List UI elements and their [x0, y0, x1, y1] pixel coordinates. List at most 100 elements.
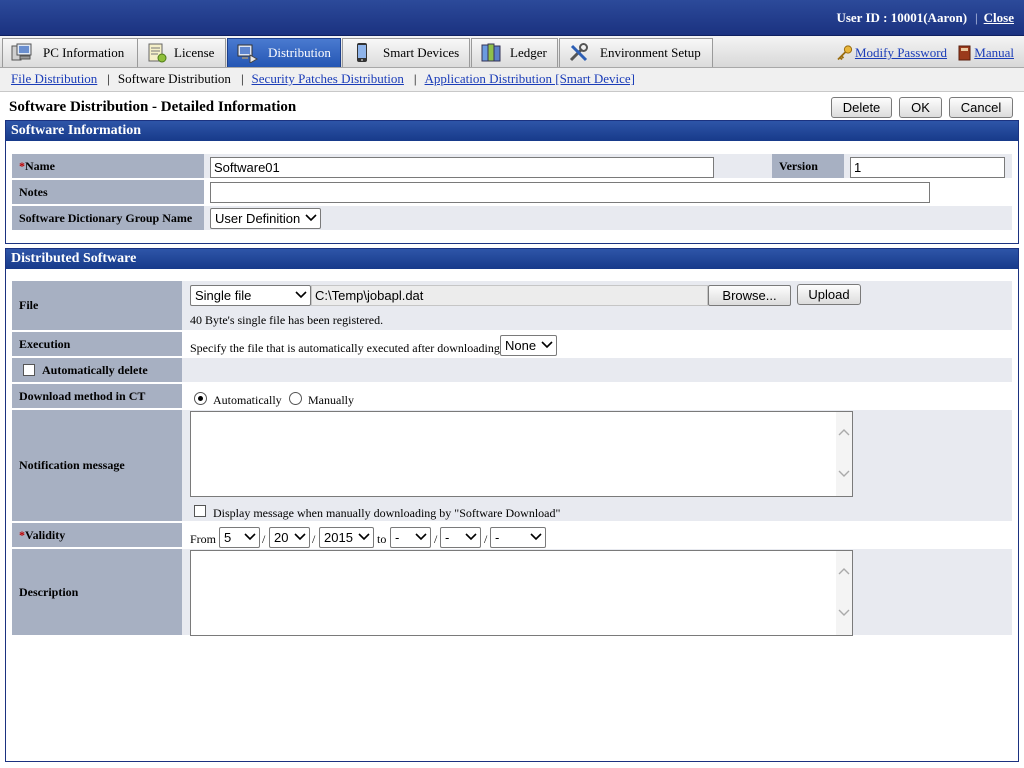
tab-environment-setup[interactable]: Environment Setup [559, 38, 713, 67]
description-textarea[interactable] [190, 550, 853, 636]
key-icon [837, 45, 853, 61]
date-separator: / [484, 532, 488, 546]
tab-distribution[interactable]: Distribution [227, 38, 341, 67]
subnav-software-distribution: Software Distribution [117, 71, 231, 86]
date-separator: / [262, 532, 266, 546]
tab-pc-information[interactable]: PC Information [2, 38, 138, 67]
subnav-security-patches[interactable]: Security Patches Distribution [252, 71, 404, 86]
user-id-label: User ID : 10001(Aaron) [836, 10, 968, 25]
select-value: None [505, 338, 537, 353]
separator: | [107, 71, 110, 86]
execution-label: Execution [12, 332, 182, 358]
modify-password-link[interactable]: Modify Password [855, 45, 947, 61]
chevron-down-icon [358, 533, 370, 541]
tab-license[interactable]: License [137, 38, 226, 67]
browse-button[interactable]: Browse... [708, 285, 791, 306]
dictionary-group-select[interactable]: User Definition [210, 208, 321, 229]
display-message-checkbox[interactable] [194, 505, 206, 517]
modify-password-link-wrap[interactable]: Modify Password [836, 45, 947, 61]
date-separator: / [434, 532, 438, 546]
from-month-select[interactable]: 5 [219, 527, 260, 548]
select-value: - [395, 530, 400, 545]
tab-ledger[interactable]: Ledger [471, 38, 558, 67]
manual-link-wrap[interactable]: Manual [958, 45, 1014, 61]
execution-select[interactable]: None [500, 335, 557, 356]
chevron-down-icon [295, 291, 307, 299]
user-info: User ID : 10001(Aaron) | Close [836, 10, 1014, 26]
select-value: 20 [274, 530, 289, 545]
download-manual-label: Manually [308, 393, 354, 407]
ledger-icon [481, 43, 501, 62]
notification-textarea[interactable] [190, 411, 853, 497]
to-year-select[interactable]: - [490, 527, 546, 548]
license-icon [148, 43, 167, 63]
header-links: Modify Password Manual [828, 45, 1014, 65]
validity-from-label: From [190, 532, 217, 546]
file-path-field[interactable]: C:\Temp\jobapl.dat [311, 285, 708, 306]
scroll-up-icon[interactable] [838, 428, 850, 436]
from-year-select[interactable]: 2015 [319, 527, 374, 548]
notification-label: Notification message [12, 410, 182, 523]
upload-button[interactable]: Upload [797, 284, 861, 305]
chevron-down-icon [294, 533, 306, 541]
ok-button[interactable]: OK [899, 97, 942, 118]
delete-button[interactable]: Delete [831, 97, 892, 118]
description-label: Description [12, 549, 182, 637]
distribution-icon [237, 44, 258, 63]
chevron-down-icon [415, 533, 427, 541]
execution-description: Specify the file that is automatically e… [190, 341, 500, 355]
chevron-down-icon [465, 533, 477, 541]
chevron-down-icon [541, 341, 553, 349]
validity-to-label: to [377, 532, 387, 546]
version-label: Version [772, 154, 844, 180]
manual-link[interactable]: Manual [974, 45, 1014, 61]
name-label: * Name [12, 154, 204, 180]
to-month-select[interactable]: - [390, 527, 431, 548]
download-method-label: Download method in CT [12, 384, 182, 410]
from-day-select[interactable]: 20 [269, 527, 310, 548]
notes-label: Notes [12, 180, 204, 206]
file-label: File [12, 281, 182, 332]
dictionary-group-value-cell [204, 206, 1012, 232]
download-method-value-cell [182, 384, 1012, 410]
notes-input[interactable] [210, 182, 930, 203]
tools-icon [569, 43, 588, 62]
download-manual-radio[interactable] [289, 392, 302, 405]
select-value: - [495, 530, 500, 545]
close-link[interactable]: Close [984, 10, 1014, 25]
tab-label: Ledger [510, 45, 547, 60]
file-registered-note: 40 Byte's single file has been registere… [190, 313, 384, 327]
scroll-down-icon[interactable] [838, 609, 850, 617]
name-input[interactable]: Software01 [210, 157, 714, 178]
main-tab-bar: PC Information License Distribution Smar… [0, 36, 1024, 68]
tab-smart-devices[interactable]: Smart Devices [342, 38, 470, 67]
select-value: Single file [195, 288, 252, 303]
scroll-up-icon[interactable] [838, 567, 850, 575]
select-value: - [445, 530, 450, 545]
auto-delete-label-cell: Automatically delete [12, 358, 182, 384]
separator: | [413, 71, 417, 86]
download-auto-radio[interactable] [194, 392, 207, 405]
auto-delete-value-cell [182, 358, 1012, 384]
chevron-down-icon [244, 533, 256, 541]
file-type-select[interactable]: Single file [190, 285, 311, 306]
display-message-label: Display message when manually downloadin… [213, 506, 561, 520]
validity-label: * Validity [12, 523, 182, 549]
subnav-file-distribution[interactable]: File Distribution [11, 71, 97, 86]
tab-label: Distribution [268, 45, 331, 60]
sub-navigation: File Distribution | Software Distribution |… [0, 68, 1024, 92]
subnav-application-distribution[interactable]: Application Distribution [Smart Device] [425, 71, 635, 86]
scroll-down-icon[interactable] [838, 470, 850, 478]
chevron-down-icon [305, 214, 317, 222]
manual-book-icon [958, 45, 971, 61]
scrollbar[interactable] [836, 551, 852, 635]
auto-delete-label: Automatically delete [42, 362, 148, 377]
scrollbar[interactable] [836, 412, 852, 496]
tab-label: Environment Setup [600, 45, 701, 60]
version-input[interactable]: 1 [850, 157, 1005, 178]
date-separator: / [312, 532, 316, 546]
to-day-select[interactable]: - [440, 527, 481, 548]
tab-label: PC Information [43, 45, 125, 60]
cancel-button[interactable]: Cancel [949, 97, 1013, 118]
auto-delete-checkbox[interactable] [23, 364, 35, 376]
